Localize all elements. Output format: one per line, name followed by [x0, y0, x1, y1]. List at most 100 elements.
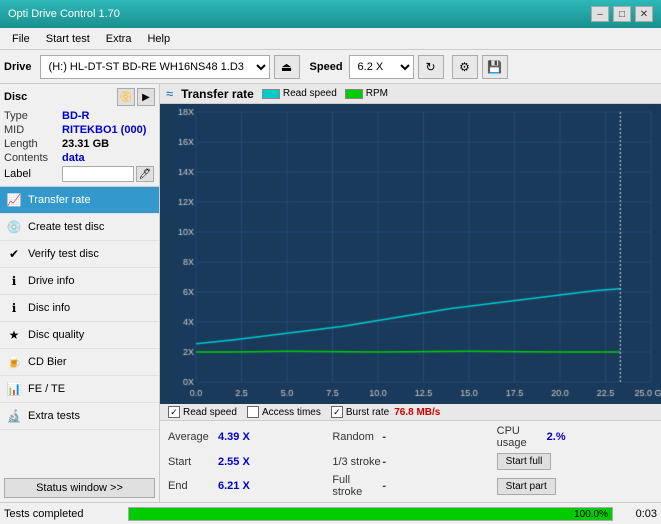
nav-extra-tests-label: Extra tests	[28, 410, 80, 422]
end-value: 6.21 X	[218, 480, 273, 492]
one-third-label: 1/3 stroke	[332, 456, 382, 468]
status-timer: 0:03	[617, 508, 657, 520]
nav-disc-quality[interactable]: ★ Disc quality	[0, 322, 159, 349]
read-speed-check[interactable]: Read speed	[168, 406, 237, 418]
stat-start-part: Start part	[493, 472, 657, 500]
nav-drive-info-label: Drive info	[28, 275, 74, 287]
nav-drive-info[interactable]: ℹ Drive info	[0, 268, 159, 295]
extra-tests-icon: 🔬	[6, 408, 22, 424]
fe-te-icon: 📊	[6, 381, 22, 397]
burst-rate-checkbox[interactable]	[331, 406, 343, 418]
menu-start-test[interactable]: Start test	[38, 31, 98, 47]
burst-rate-value: 76.8 MB/s	[394, 407, 440, 418]
read-speed-check-label: Read speed	[183, 407, 237, 418]
disc-title: Disc	[4, 91, 27, 103]
access-times-checkbox[interactable]	[247, 406, 259, 418]
chart-header: ≈ Transfer rate Read speed RPM	[160, 84, 661, 104]
length-label: Length	[4, 138, 62, 150]
speed-select[interactable]: 6.2 X	[349, 55, 414, 79]
right-panel: ≈ Transfer rate Read speed RPM Read spee…	[160, 84, 661, 502]
window-controls: – □ ✕	[591, 6, 653, 22]
transfer-rate-icon: 📈	[6, 192, 22, 208]
status-window-button[interactable]: Status window >>	[4, 478, 155, 498]
legend-read-speed-color	[262, 89, 280, 99]
label-edit-btn[interactable]: 🖊	[136, 166, 154, 182]
start-value: 2.55 X	[218, 456, 273, 468]
title-bar: Opti Drive Control 1.70 – □ ✕	[0, 0, 661, 28]
contents-label: Contents	[4, 152, 62, 164]
disc-icon-btn-2[interactable]: ▶	[137, 88, 155, 106]
menu-help[interactable]: Help	[139, 31, 178, 47]
stat-start: Start 2.55 X	[164, 451, 328, 472]
nav-verify-test-disc-label: Verify test disc	[28, 248, 99, 260]
create-test-disc-icon: 💿	[6, 219, 22, 235]
length-value: 23.31 GB	[62, 138, 109, 150]
disc-section: Disc 📀 ▶ Type BD-R MID RITEKBO1 (000) Le…	[0, 84, 159, 187]
settings-button[interactable]: ⚙	[452, 55, 478, 79]
label-input[interactable]	[62, 166, 134, 182]
nav-extra-tests[interactable]: 🔬 Extra tests	[0, 403, 159, 430]
random-label: Random	[332, 431, 382, 443]
chart-area	[160, 104, 661, 404]
contents-value: data	[62, 152, 85, 164]
drive-select[interactable]: (H:) HL-DT-ST BD-RE WH16NS48 1.D3	[40, 55, 270, 79]
mid-value: RITEKBO1 (000)	[62, 124, 146, 136]
burst-rate-check[interactable]: Burst rate 76.8 MB/s	[331, 406, 441, 418]
disc-icon-btn-1[interactable]: 📀	[117, 88, 135, 106]
nav-fe-te-label: FE / TE	[28, 383, 65, 395]
read-speed-checkbox[interactable]	[168, 406, 180, 418]
nav-disc-info-label: Disc info	[28, 302, 70, 314]
disc-quality-icon: ★	[6, 327, 22, 343]
eject-button[interactable]: ⏏	[274, 55, 300, 79]
menu-file[interactable]: File	[4, 31, 38, 47]
legend-rpm: RPM	[345, 88, 388, 99]
chart-title: Transfer rate	[181, 87, 254, 101]
access-times-check[interactable]: Access times	[247, 406, 321, 418]
random-value: -	[382, 431, 437, 443]
stat-average: Average 4.39 X	[164, 423, 328, 451]
mid-label: MID	[4, 124, 62, 136]
one-third-value: -	[382, 456, 437, 468]
stat-full-stroke: Full stroke -	[328, 472, 492, 500]
minimize-button[interactable]: –	[591, 6, 609, 22]
maximize-button[interactable]: □	[613, 6, 631, 22]
speed-label: Speed	[310, 61, 343, 73]
app-title: Opti Drive Control 1.70	[8, 8, 120, 20]
stat-start-full: Start full	[493, 451, 657, 472]
burst-rate-check-label: Burst rate	[346, 407, 389, 418]
menu-extra[interactable]: Extra	[98, 31, 140, 47]
nav-disc-info[interactable]: ℹ Disc info	[0, 295, 159, 322]
cpu-value: 2.%	[547, 431, 602, 443]
nav-verify-test-disc[interactable]: ✔ Verify test disc	[0, 241, 159, 268]
label-label: Label	[4, 168, 62, 180]
status-bar: Tests completed 100.0% 0:03	[0, 502, 661, 524]
save-button[interactable]: 💾	[482, 55, 508, 79]
start-part-button[interactable]: Start part	[497, 478, 556, 495]
drive-info-icon: ℹ	[6, 273, 22, 289]
cd-bier-icon: 🍺	[6, 354, 22, 370]
stat-random: Random -	[328, 423, 492, 451]
menu-bar: File Start test Extra Help	[0, 28, 661, 50]
type-label: Type	[4, 110, 62, 122]
nav-cd-bier[interactable]: 🍺 CD Bier	[0, 349, 159, 376]
progress-text: 100.0%	[574, 508, 608, 522]
disc-info-icon: ℹ	[6, 300, 22, 316]
legend-read-speed: Read speed	[262, 88, 337, 99]
start-full-button[interactable]: Start full	[497, 453, 552, 470]
legend-rpm-color	[345, 89, 363, 99]
end-label: End	[168, 480, 218, 492]
nav-transfer-rate[interactable]: 📈 Transfer rate	[0, 187, 159, 214]
toolbar: Drive (H:) HL-DT-ST BD-RE WH16NS48 1.D3 …	[0, 50, 661, 84]
legend-row: Read speed Access times Burst rate 76.8 …	[160, 404, 661, 421]
close-button[interactable]: ✕	[635, 6, 653, 22]
nav-create-test-disc-label: Create test disc	[28, 221, 104, 233]
drive-label: Drive	[4, 61, 32, 73]
nav-fe-te[interactable]: 📊 FE / TE	[0, 376, 159, 403]
nav-disc-quality-label: Disc quality	[28, 329, 84, 341]
type-value: BD-R	[62, 110, 90, 122]
stat-one-third: 1/3 stroke -	[328, 451, 492, 472]
nav-create-test-disc[interactable]: 💿 Create test disc	[0, 214, 159, 241]
nav-transfer-rate-label: Transfer rate	[28, 194, 91, 206]
refresh-button[interactable]: ↻	[418, 55, 444, 79]
progress-bar-container: 100.0%	[128, 507, 613, 521]
